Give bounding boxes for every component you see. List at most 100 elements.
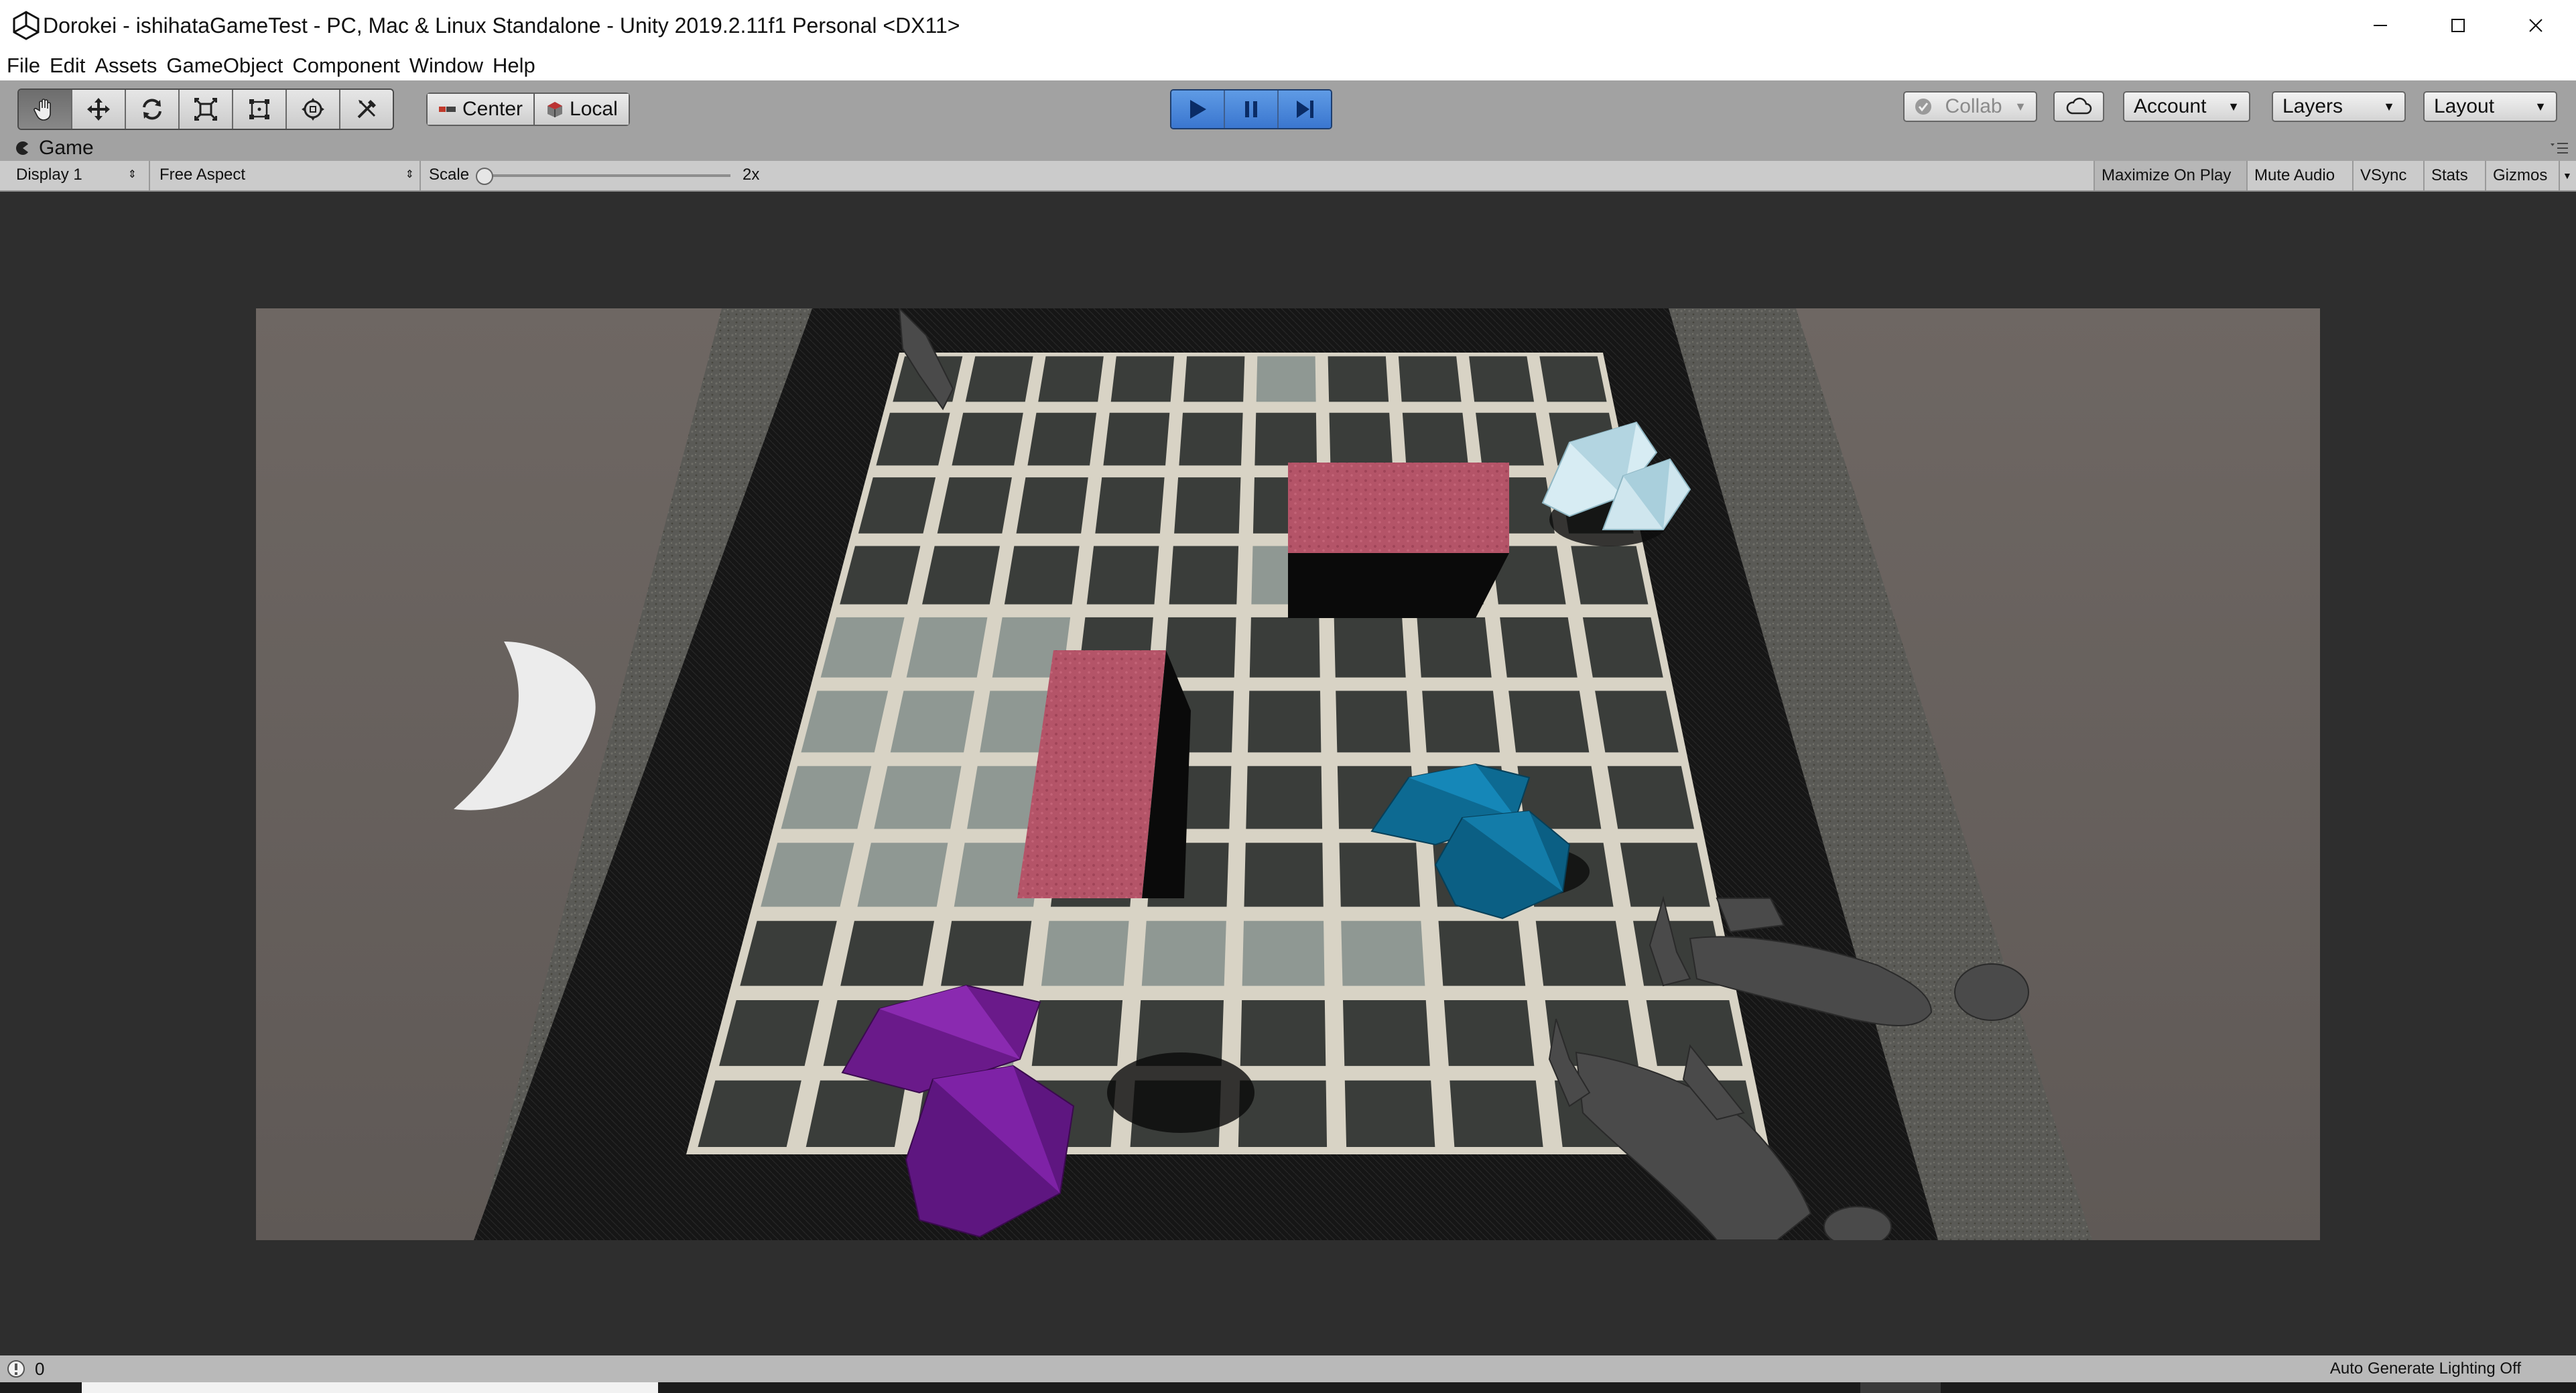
- floor-tile: [1329, 412, 1393, 466]
- floor-tile: [1246, 766, 1323, 829]
- display-dropdown[interactable]: Display 1 ⇕: [16, 164, 137, 186]
- scale-slider-thumb[interactable]: [476, 168, 493, 185]
- play-icon: [1190, 100, 1206, 119]
- aspect-dropdown[interactable]: Free Aspect ⇕: [159, 164, 414, 186]
- scale-icon: [194, 97, 218, 121]
- divider: [149, 161, 150, 190]
- layers-dropdown[interactable]: Layers ▼: [2272, 91, 2406, 122]
- floor-tile: [1469, 356, 1535, 402]
- floor-tile: [1341, 920, 1425, 986]
- menu-assets[interactable]: Assets: [90, 51, 162, 80]
- floor-tile: [1417, 617, 1492, 678]
- taskbar-strip: [0, 1382, 2576, 1393]
- menu-window[interactable]: Window: [405, 51, 488, 80]
- hand-tool-button[interactable]: [19, 90, 72, 129]
- stats-toggle[interactable]: Stats: [2423, 161, 2485, 190]
- chevron-down-icon: ▼: [2228, 99, 2240, 113]
- tab-game[interactable]: Game: [39, 135, 94, 161]
- layout-dropdown[interactable]: Layout ▼: [2423, 91, 2557, 122]
- vsync-toggle[interactable]: VSync: [2352, 161, 2423, 190]
- play-button[interactable]: [1171, 90, 1225, 128]
- move-tool-button[interactable]: [72, 90, 126, 129]
- game-tab-header: Game: [0, 135, 2576, 161]
- move-icon: [87, 98, 110, 121]
- rect-tool-button[interactable]: [233, 90, 287, 129]
- menu-component[interactable]: Component: [287, 51, 404, 80]
- floor-tile: [1607, 766, 1695, 829]
- taskbar-segment: [1860, 1382, 1941, 1393]
- floor-tile: [1169, 546, 1239, 605]
- transform-tool-button[interactable]: [287, 90, 340, 129]
- floor-tile: [1256, 356, 1316, 402]
- mute-audio-toggle[interactable]: Mute Audio: [2246, 161, 2352, 190]
- scale-slider-track[interactable]: [482, 174, 730, 177]
- pivot-center-icon: [439, 107, 456, 112]
- floor-tile: [1595, 690, 1679, 753]
- floor-tile: [1443, 1000, 1535, 1067]
- floor-tile: [952, 412, 1023, 466]
- floor-tile: [1183, 356, 1245, 402]
- menu-file[interactable]: File: [0, 51, 45, 80]
- gizmos-toggle[interactable]: Gizmos: [2485, 161, 2559, 190]
- display-label: Display 1: [16, 166, 82, 184]
- minimize-button[interactable]: [2341, 0, 2419, 51]
- play-controls: [1170, 89, 1332, 129]
- floor-tile: [1344, 1080, 1435, 1148]
- collab-label: Collab: [1945, 95, 2002, 117]
- pause-button[interactable]: [1225, 90, 1279, 128]
- scale-tool-button[interactable]: [180, 90, 233, 129]
- floor-tile: [1582, 617, 1663, 678]
- rotate-tool-button[interactable]: [126, 90, 180, 129]
- floor-tile: [890, 690, 975, 753]
- aspect-label: Free Aspect: [159, 166, 246, 184]
- pivot-local-button[interactable]: Local: [535, 93, 630, 126]
- game-viewport[interactable]: [256, 308, 2320, 1240]
- floor-tile: [1342, 1000, 1430, 1067]
- game-view[interactable]: [0, 192, 2576, 1355]
- cloud-button[interactable]: [2053, 91, 2104, 122]
- floor-tile: [1500, 617, 1577, 678]
- rotate-icon: [143, 99, 162, 120]
- step-button[interactable]: [1279, 90, 1331, 128]
- chevron-down-icon: ▼: [2014, 99, 2026, 113]
- unity-logo-icon: [13, 11, 40, 40]
- pause-icon: [1245, 101, 1257, 117]
- menu-help[interactable]: Help: [488, 51, 540, 80]
- floor-tile: [937, 477, 1012, 534]
- menu-gameobject[interactable]: GameObject: [162, 51, 287, 80]
- floor-tile: [1535, 920, 1626, 986]
- floor-tile: [1041, 920, 1129, 986]
- window-titlebar: Dorokei - ishihataGameTest - PC, Mac & L…: [0, 0, 2576, 51]
- account-label: Account: [2134, 95, 2207, 117]
- game-view-toolbar: Display 1 ⇕ Free Aspect ⇕ Scale 2x Maxim…: [0, 161, 2576, 192]
- gizmos-menu-icon[interactable]: ▼: [2559, 161, 2576, 190]
- floor-tile: [1422, 690, 1500, 753]
- maximize-button[interactable]: [2419, 0, 2497, 51]
- window-title: Dorokei - ishihataGameTest - PC, Mac & L…: [43, 13, 960, 38]
- pivot-local-label: Local: [570, 98, 618, 120]
- floor-tile: [941, 920, 1032, 986]
- brick-box-top: [1288, 463, 1509, 553]
- close-button[interactable]: [2497, 0, 2575, 51]
- floor-tile: [740, 920, 837, 986]
- close-icon: [2529, 19, 2542, 32]
- pivot-center-button[interactable]: Center: [426, 93, 535, 126]
- tab-menu-icon[interactable]: [2549, 141, 2569, 156]
- custom-tool-button[interactable]: [340, 90, 393, 129]
- menu-edit[interactable]: Edit: [45, 51, 90, 80]
- scale-value: 2x: [743, 166, 760, 184]
- floor-tile: [1336, 690, 1411, 753]
- account-dropdown[interactable]: Account ▼: [2123, 91, 2250, 122]
- floor-tile: [1571, 546, 1649, 605]
- floor-tile: [1163, 617, 1236, 678]
- transform-tools: [17, 88, 394, 130]
- floor-tile: [1402, 412, 1469, 466]
- collab-dropdown[interactable]: Collab ▼: [1903, 91, 2037, 122]
- floor-tile: [1248, 690, 1322, 753]
- maximize-on-play-toggle[interactable]: Maximize On Play: [2094, 161, 2246, 190]
- game-pacman-icon: [16, 141, 28, 155]
- floor-tile: [1086, 546, 1159, 605]
- floor-tile: [1110, 356, 1175, 402]
- pivot-center-label: Center: [462, 98, 523, 120]
- divider: [420, 161, 421, 190]
